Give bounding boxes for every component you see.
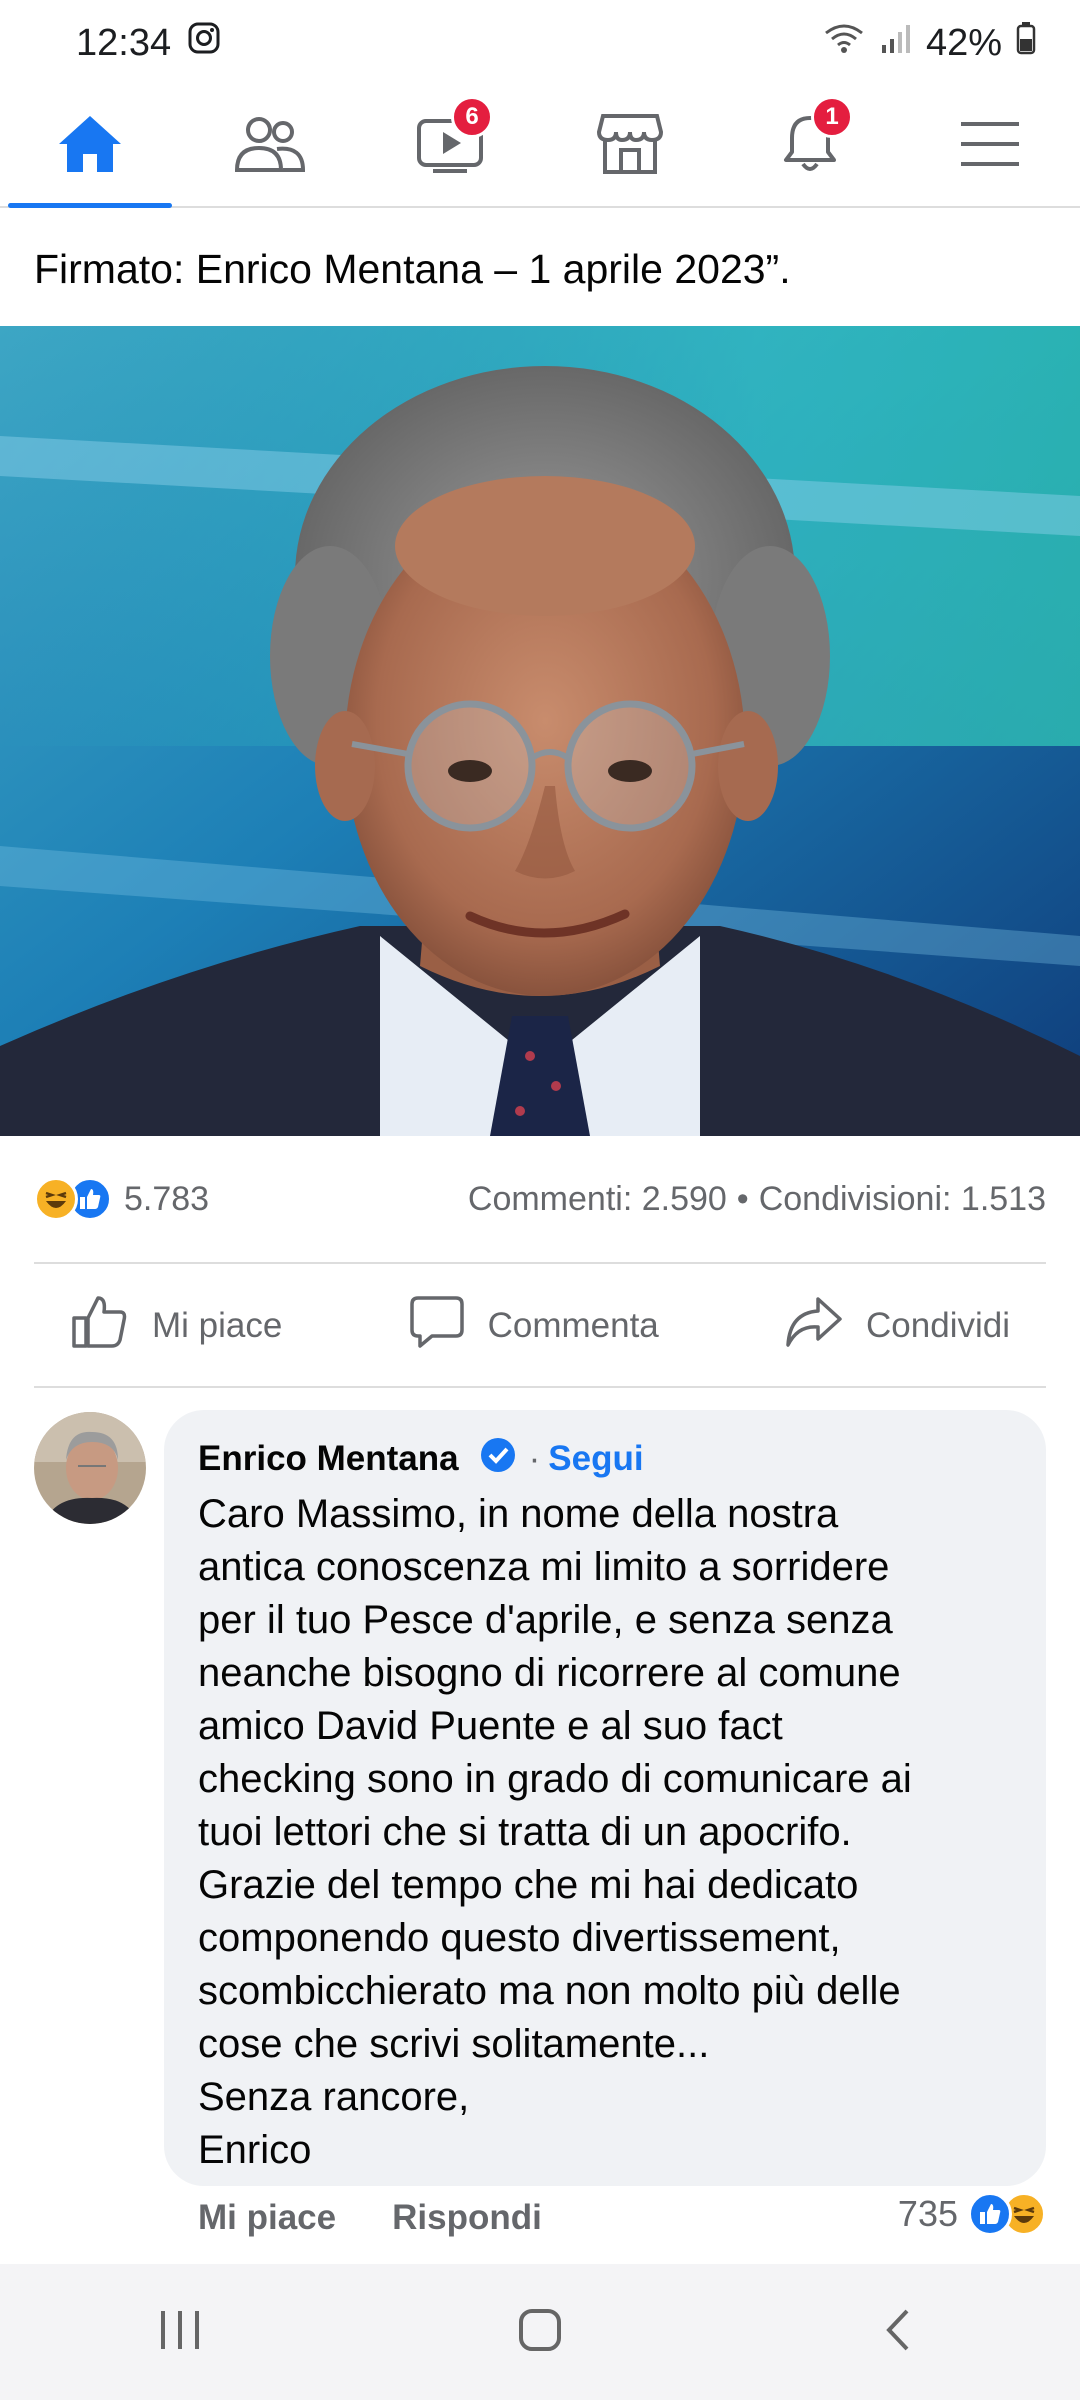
status-time: 12:34 [76, 21, 172, 64]
comment-bubble-icon [408, 1294, 466, 1359]
notifications-badge: 1 [811, 96, 853, 138]
haha-reaction-icon [34, 1177, 78, 1221]
follow-button[interactable]: Segui [548, 1439, 643, 1479]
like-label: Mi piace [152, 1306, 283, 1345]
like-button[interactable]: Mi piace [34, 1294, 318, 1359]
tab-notifications[interactable]: 1 [720, 86, 900, 206]
battery-level: 42% [925, 21, 1002, 64]
tab-marketplace[interactable] [540, 86, 720, 206]
post-caption: Firmato: Enrico Mentana – 1 aprile 2023”… [34, 246, 791, 292]
comment-author[interactable]: Enrico Mentana [198, 1439, 459, 1479]
tab-menu[interactable] [900, 86, 1080, 206]
wifi-icon [822, 21, 866, 65]
verified-badge-icon [479, 1436, 517, 1483]
shares-count[interactable]: Condivisioni: 1.513 [759, 1180, 1046, 1219]
top-nav: 6 1 [0, 86, 1080, 208]
stats-separator: • [736, 1179, 749, 1218]
battery-icon [1016, 21, 1036, 65]
share-label: Condividi [866, 1306, 1010, 1345]
comment-button[interactable]: Commenta [372, 1294, 695, 1359]
comment-reactions-count: 735 [897, 2193, 958, 2234]
comment-text: Caro Massimo, in nome della nostra antic… [198, 1492, 912, 2172]
recent-apps-button[interactable] [155, 2305, 205, 2360]
comments-count[interactable]: Commenti: 2.590 [468, 1180, 727, 1219]
reactions-summary[interactable]: 5.783 [34, 1177, 209, 1221]
share-button[interactable]: Condividi [748, 1295, 1046, 1358]
tab-friends[interactable] [180, 86, 360, 206]
tab-video[interactable]: 6 [360, 86, 540, 206]
comment-like-button[interactable]: Mi piace [198, 2198, 336, 2238]
marketplace-icon [595, 112, 665, 181]
like-reaction-icon [968, 2192, 1012, 2236]
system-nav-bar [0, 2264, 1080, 2400]
divider [34, 1386, 1046, 1388]
comment-bubble: Enrico Mentana · Segui Caro Massimo, in … [164, 1410, 1046, 2186]
post-photo[interactable] [0, 326, 1080, 1136]
comment-reactions[interactable]: 735 [898, 2192, 1046, 2236]
author-dot: · [528, 1439, 541, 1478]
status-bar: 12:34 42% [0, 0, 1080, 86]
instagram-icon [187, 21, 221, 65]
avatar[interactable] [34, 1412, 146, 1524]
comment-reply-button[interactable]: Rispondi [392, 2198, 542, 2238]
tab-home[interactable] [0, 86, 180, 208]
divider [34, 1262, 1046, 1264]
home-button[interactable] [515, 2305, 565, 2360]
post-actions: Mi piace Commenta Condividi [34, 1266, 1046, 1386]
post-stats: 5.783 Commenti: 2.590 • Condivisioni: 1.… [34, 1166, 1046, 1232]
comment-label: Commenta [487, 1306, 659, 1345]
thumbs-up-icon [70, 1294, 130, 1359]
video-badge: 6 [451, 96, 493, 138]
share-arrow-icon [784, 1295, 844, 1358]
hamburger-menu-icon [959, 118, 1021, 175]
back-button[interactable] [875, 2305, 925, 2360]
reactions-count: 5.783 [124, 1179, 210, 1218]
home-icon [55, 112, 125, 181]
signal-icon [880, 22, 912, 65]
friends-icon [233, 114, 307, 179]
comment-actions: Mi piace Rispondi [198, 2198, 542, 2238]
